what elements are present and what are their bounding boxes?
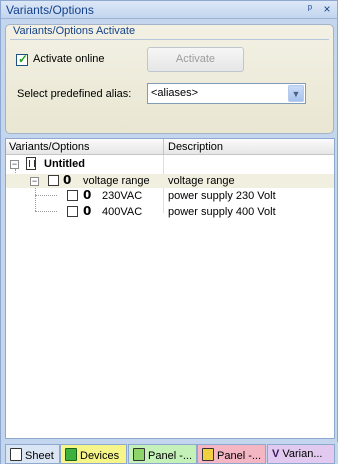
alias-label: Select predefined alias: bbox=[17, 88, 132, 100]
activate-online-checkbox[interactable]: ✓ bbox=[16, 52, 29, 66]
alias-value: <aliases> bbox=[151, 87, 199, 99]
activate-online-label[interactable]: Activate online bbox=[33, 53, 105, 65]
variants-tree[interactable]: Variants/Options Description − Untitled … bbox=[5, 138, 335, 439]
option-icon: 0 bbox=[63, 173, 72, 187]
tab-label: Sheet bbox=[25, 450, 54, 462]
chevron-down-icon[interactable]: ▼ bbox=[288, 85, 304, 102]
group-divider bbox=[10, 39, 329, 40]
tab-panel-2[interactable]: Panel -... bbox=[197, 444, 266, 464]
tab-sheet[interactable]: Sheet bbox=[5, 444, 60, 464]
row-checkbox[interactable] bbox=[48, 175, 59, 186]
tab-variants[interactable]: V Varian... bbox=[267, 444, 335, 464]
tab-label: Varian... bbox=[282, 448, 323, 460]
tree-row-voltage-range[interactable]: − 0 voltage range voltage range bbox=[6, 173, 334, 188]
sheet-icon bbox=[10, 448, 22, 461]
tree-row-label: voltage range bbox=[83, 175, 150, 187]
panel-icon bbox=[133, 448, 145, 461]
alias-select[interactable]: <aliases> ▼ bbox=[147, 83, 306, 104]
activate-button[interactable]: Activate bbox=[147, 47, 244, 72]
tab-label: Panel -... bbox=[148, 450, 193, 462]
header-separator[interactable] bbox=[163, 139, 164, 155]
column-header-description[interactable]: Description bbox=[168, 141, 223, 153]
list-header: Variants/Options Description bbox=[6, 139, 334, 155]
pin-icon[interactable]: ᵖ bbox=[303, 2, 317, 16]
tree-row-description: voltage range bbox=[168, 175, 235, 187]
option-icon: 0 bbox=[83, 204, 92, 218]
panel-titlebar: Variants/Options ᵖ × bbox=[1, 1, 337, 19]
devices-icon bbox=[65, 448, 77, 461]
activate-group: Variants/Options Activate ✓ Activate onl… bbox=[5, 24, 334, 134]
tree-row-label: 400VAC bbox=[102, 206, 143, 218]
group-title: Variants/Options Activate bbox=[13, 25, 136, 37]
tree-row-description: power supply 400 Volt bbox=[168, 206, 276, 218]
row-checkbox[interactable] bbox=[67, 206, 78, 217]
tree-row-label: Untitled bbox=[44, 158, 85, 170]
checkmark-icon: ✓ bbox=[18, 52, 29, 66]
tree-row-untitled[interactable]: − Untitled bbox=[6, 157, 334, 171]
option-icon: 0 bbox=[83, 188, 92, 202]
panel-title: Variants/Options bbox=[6, 3, 94, 17]
tree-row-label: 230VAC bbox=[102, 190, 143, 202]
column-header-variants[interactable]: Variants/Options bbox=[9, 141, 90, 153]
close-icon[interactable]: × bbox=[320, 2, 334, 16]
tree-row-230vac[interactable]: 0 230VAC power supply 230 Volt bbox=[6, 188, 334, 203]
document-icon bbox=[26, 157, 36, 170]
row-checkbox[interactable] bbox=[67, 190, 78, 201]
tree-row-400vac[interactable]: 0 400VAC power supply 400 Volt bbox=[6, 204, 334, 219]
collapse-icon[interactable]: − bbox=[10, 160, 19, 169]
tab-label: Panel -... bbox=[217, 450, 262, 462]
tab-panel-1[interactable]: Panel -... bbox=[128, 444, 197, 464]
collapse-icon[interactable]: − bbox=[30, 177, 39, 186]
tab-devices[interactable]: Devices bbox=[60, 444, 127, 464]
variants-options-panel: Variants/Options ᵖ × Variants/Options Ac… bbox=[0, 0, 338, 464]
tab-label: Devices bbox=[80, 450, 120, 462]
variants-icon: V bbox=[272, 448, 280, 460]
tree-row-description: power supply 230 Volt bbox=[168, 190, 276, 202]
bottom-tab-bar: Sheet Devices Panel -... Panel -... V Var… bbox=[1, 442, 338, 464]
panel-icon bbox=[202, 448, 214, 461]
